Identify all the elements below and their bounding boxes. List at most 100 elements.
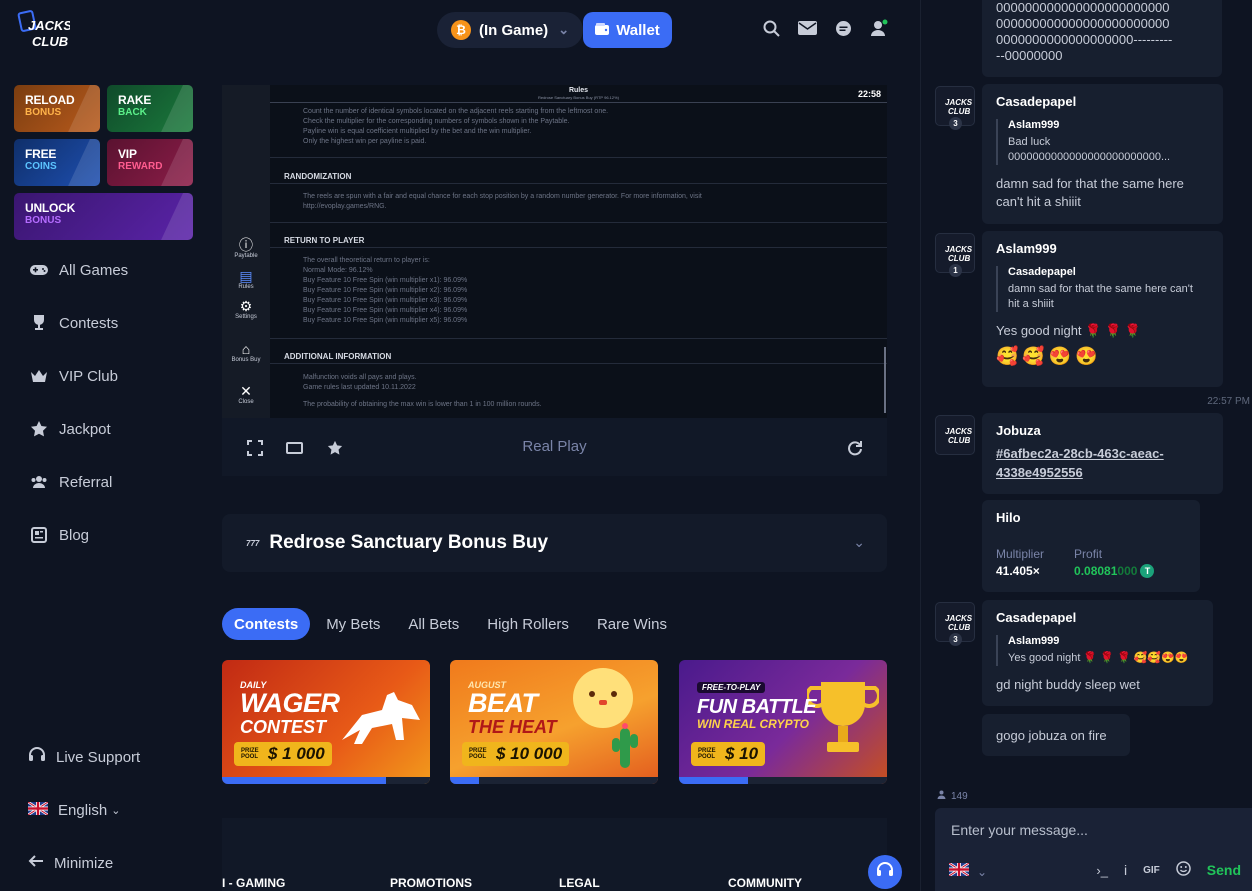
unlock-bonus-card[interactable]: UNLOCK BONUS	[14, 193, 193, 240]
card-subtitle: WIN REAL CRYPTO	[697, 717, 810, 731]
gif-button[interactable]: GIF	[1143, 865, 1160, 876]
rule-line: Normal Mode: 96.12%	[303, 267, 373, 274]
tab-rare-wins[interactable]: Rare Wins	[585, 608, 679, 640]
avatar[interactable]: JACKS CLUB 1	[935, 233, 975, 277]
jacks-club-logo[interactable]: JACKS CLUB	[14, 8, 72, 54]
minimize-button[interactable]: Minimize	[28, 850, 198, 876]
avatar[interactable]: JACKS CLUB	[935, 415, 975, 455]
nav-contests[interactable]: Contests	[28, 310, 118, 336]
rules-scrollbar[interactable]	[884, 347, 886, 413]
tab-my-bets[interactable]: My Bets	[314, 608, 392, 640]
logo-line2: CLUB	[32, 34, 68, 49]
quote-username: Casadepapel	[1008, 266, 1076, 278]
game-title-bar[interactable]: 777 Redrose Sanctuary Bonus Buy ⌄	[222, 514, 887, 572]
game-rules-sidebar: ⓘ Paytable ▤ Rules ⚙ Settings ⌂ Bonus Buy ✕ C…	[222, 85, 270, 418]
message-text: gogo jobuza on fire	[996, 728, 1107, 743]
nav-blog[interactable]: Blog	[28, 522, 89, 548]
svg-text:JACKS: JACKS	[945, 98, 973, 107]
chevron-down-icon: ⌄	[558, 22, 570, 37]
divider	[270, 222, 887, 223]
rule-line: Buy Feature 10 Free Spin (win multiplier…	[303, 297, 468, 304]
rule-line: Buy Feature 10 Free Spin (win multiplier…	[303, 307, 468, 314]
rules-subtitle: Redrose Sanctuary Bonus Buy (RTP 96.12%)	[537, 95, 619, 100]
chat-message: Casadepapel Aslam999 Yes good night 🌹 🌹 …	[982, 600, 1213, 706]
quote-line: damn sad for that the same here can't	[1008, 283, 1193, 295]
chat-bubble-icon[interactable]	[833, 18, 853, 38]
chat-message: 000000000000000000000000 000000000000000…	[982, 0, 1222, 77]
users-icon	[28, 472, 49, 493]
contest-card-beat-the-heat[interactable]: AUGUST BEAT THE HEAT PRIZE POOL $ 10 000	[450, 660, 658, 784]
refresh-icon[interactable]	[846, 439, 864, 457]
chat-input-box: Enter your message... ⌄ ›_ i GIF Send	[935, 808, 1252, 891]
currency-selector[interactable]: ₿ (In Game) ⌄	[437, 12, 583, 48]
avatar[interactable]: JACKS CLUB 3	[935, 86, 975, 130]
close-icon: ✕	[240, 383, 252, 399]
chat-message: gogo jobuza on fire	[982, 714, 1130, 756]
message-line: 000000000000000000000000	[996, 16, 1170, 31]
support-chat-button[interactable]	[868, 855, 902, 889]
side-label: Rules	[238, 284, 254, 290]
multiplier-value: 41.405×	[996, 564, 1040, 578]
rake-back-card[interactable]: RAKE BACK	[107, 85, 193, 132]
mail-icon[interactable]	[797, 18, 817, 38]
svg-text:CLUB: CLUB	[948, 107, 970, 116]
top-icons	[761, 18, 889, 38]
nav-jackpot[interactable]: Jackpot	[28, 416, 111, 442]
message-text: gd night buddy sleep wet	[996, 677, 1140, 692]
username[interactable]: Casadepapel	[996, 94, 1209, 109]
side-label: Bonus Buy	[231, 357, 261, 363]
language-selector[interactable]: English ⌄	[27, 797, 198, 823]
tab-all-bets[interactable]: All Bets	[396, 608, 471, 640]
bonus-buy-button[interactable]: ⌂ Bonus Buy	[222, 341, 270, 363]
chat-language-selector[interactable]: ⌄	[948, 861, 987, 881]
bitcoin-icon: ₿	[451, 20, 471, 40]
contest-card-fun-battle[interactable]: FREE-TO-PLAY FUN BATTLE WIN REAL CRYPTO …	[679, 660, 887, 784]
nav-all-games[interactable]: All Games	[28, 257, 128, 283]
settings-button[interactable]: ⚙ Settings	[222, 298, 270, 320]
rules-panel: Rules Redrose Sanctuary Bonus Buy (RTP 9…	[270, 85, 887, 418]
message-line: 0000000000000000000---------	[996, 32, 1173, 47]
emoji-icon[interactable]	[1176, 861, 1191, 879]
contest-card-daily-wager[interactable]: DAILY WAGER CONTEST PRIZE POOL $ 1 000	[222, 660, 430, 784]
free-coins-card[interactable]: FREE COINS	[14, 139, 100, 186]
nav-vip-club[interactable]: VIP Club	[28, 363, 118, 389]
paytable-button[interactable]: ⓘ Paytable	[222, 237, 270, 259]
info-icon[interactable]: i	[1124, 862, 1127, 878]
username[interactable]: Jobuza	[996, 423, 1209, 438]
chat-message-input[interactable]: Enter your message...	[951, 822, 1088, 838]
profit-value: 0.08081 000 T	[1074, 564, 1155, 578]
play-mode-toggle[interactable]: Real Play	[222, 438, 887, 455]
game-controls: Real Play	[222, 418, 887, 476]
tab-contests[interactable]: Contests	[222, 608, 311, 640]
vip-reward-card[interactable]: VIP REWARD	[107, 139, 193, 186]
divider	[270, 247, 887, 248]
bet-link[interactable]: #6afbec2a-28cb-463c-aeac-4338e4952556	[996, 444, 1209, 482]
quote-line: Bad luck	[1008, 136, 1051, 148]
quote-text: Yes good night 🌹 🌹 🌹 🥰🥰😍😍	[1008, 652, 1189, 664]
rule-line: The reels are spun with a fair and equal…	[303, 193, 702, 200]
live-support-button[interactable]: Live Support	[28, 744, 198, 770]
message-text: 000000000000000000000000 000000000000000…	[996, 0, 1208, 64]
nav-label: VIP Club	[59, 367, 118, 385]
nav-referral[interactable]: Referral	[28, 469, 112, 495]
rule-line: Payline win is equal coefficient multipl…	[303, 128, 532, 135]
rules-button[interactable]: ▤ Rules	[222, 268, 270, 290]
shared-bet-card[interactable]: Hilo Multiplier 41.405× Profit 0.08081 00…	[982, 500, 1200, 592]
username[interactable]: Casadepapel	[996, 610, 1199, 625]
avatar[interactable]: JACKS CLUB 3	[935, 602, 975, 646]
bet-stats: Multiplier 41.405× Profit 0.08081 000 T	[996, 547, 1186, 578]
search-icon[interactable]	[761, 18, 781, 38]
chat-tools: ›_ i GIF Send	[1096, 861, 1241, 879]
tab-high-rollers[interactable]: High Rollers	[475, 608, 581, 640]
close-button[interactable]: ✕ Close	[222, 383, 270, 405]
user-profile-icon[interactable]	[869, 18, 889, 38]
reload-bonus-card[interactable]: RELOAD BONUS	[14, 85, 100, 132]
wallet-button[interactable]: Wallet	[583, 12, 672, 48]
command-icon[interactable]: ›_	[1096, 863, 1108, 878]
bet-game-name: Hilo	[996, 510, 1021, 525]
game-frame[interactable]: ⓘ Paytable ▤ Rules ⚙ Settings ⌂ Bonus Buy ✕ C…	[222, 85, 887, 418]
contest-progress-fill	[222, 777, 387, 784]
username[interactable]: Aslam999	[996, 241, 1209, 256]
send-button[interactable]: Send	[1207, 862, 1241, 878]
prize-value: $ 1 000	[268, 744, 325, 763]
